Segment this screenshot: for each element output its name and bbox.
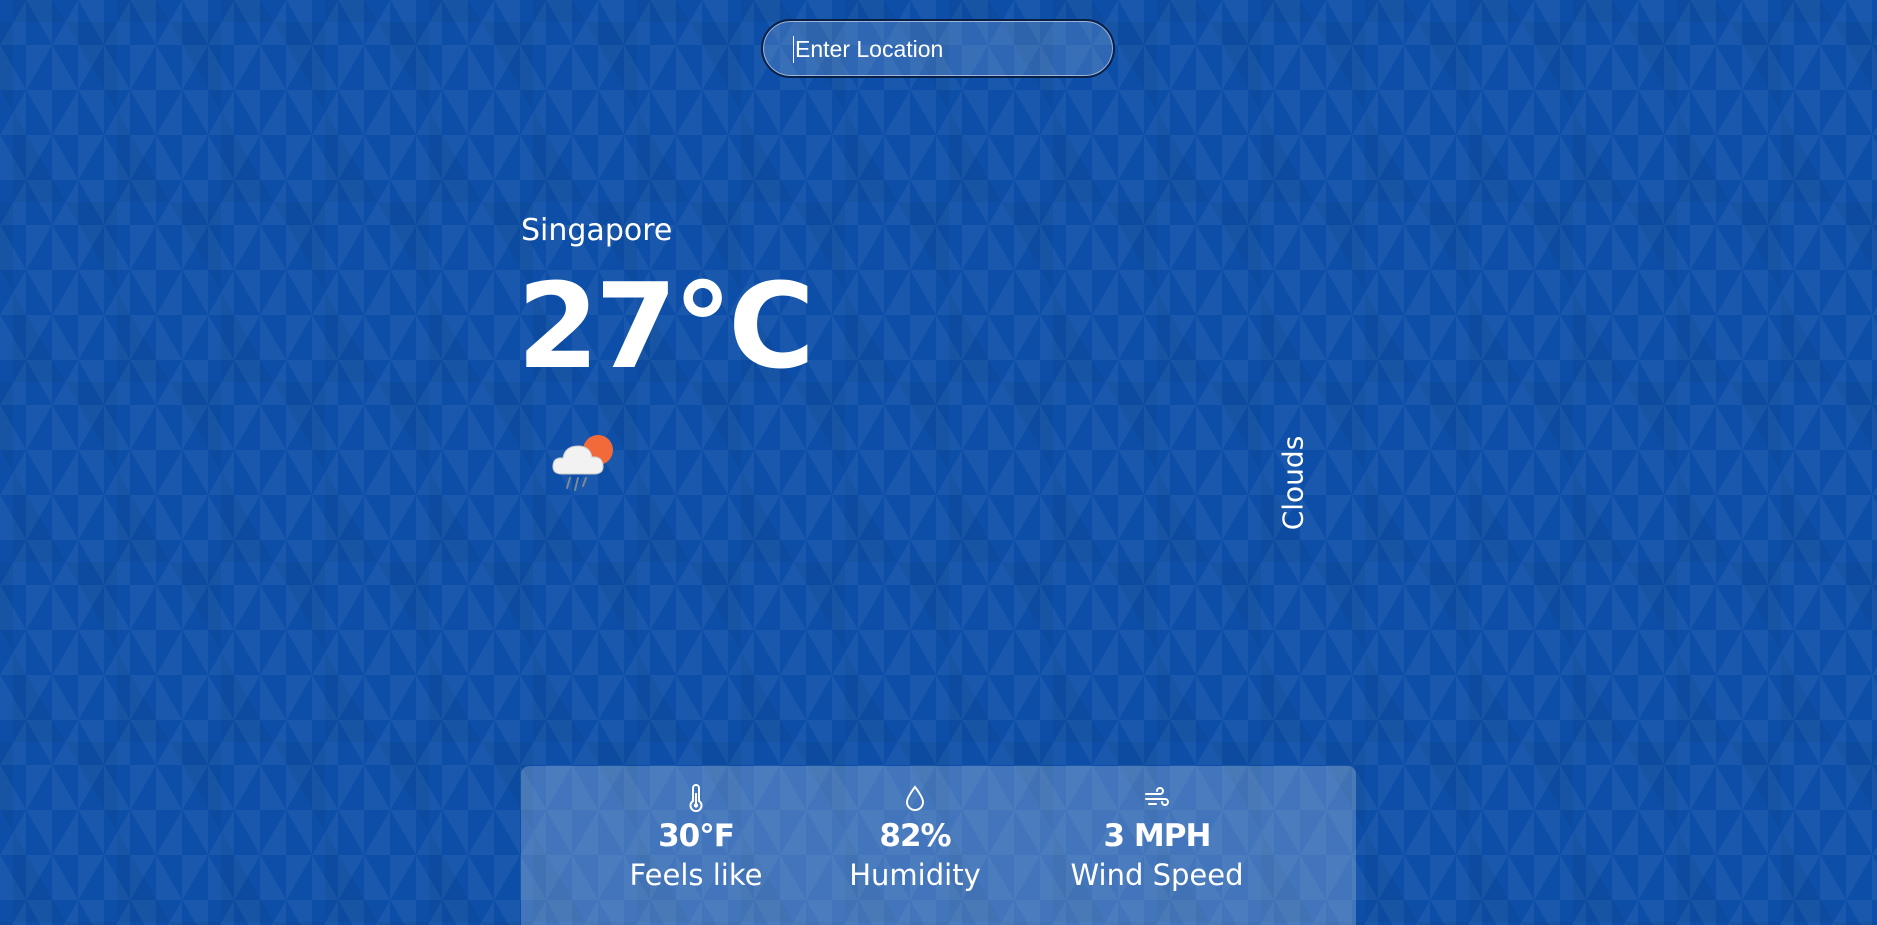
location-search-input[interactable] [793,21,1097,78]
wind-speed-value: 3 MPH [1103,818,1212,854]
weather-condition: Clouds [1276,435,1310,531]
current-temperature: 27°C [517,257,815,395]
wind-icon [1145,787,1169,806]
stat-humidity: 82% Humidity [815,784,1015,892]
water-drop-icon [905,785,925,811]
city-name: Singapore [521,213,673,248]
humidity-value: 82% [879,818,951,854]
feels-like-value: 30°F [658,818,735,854]
thermometer-icon [689,784,703,812]
stat-feels-like: 30°F Feels like [596,784,796,892]
feels-like-label: Feels like [629,858,763,892]
text-caret [793,36,794,63]
search-bar[interactable] [761,19,1115,78]
weather-stats-panel: 30°F Feels like 82% Humidity 3 MPH Wind … [521,766,1356,925]
partly-cloudy-rain-icon [552,435,613,491]
stat-wind-speed: 3 MPH Wind Speed [1057,784,1257,892]
humidity-label: Humidity [849,858,981,892]
wind-speed-label: Wind Speed [1070,858,1244,892]
